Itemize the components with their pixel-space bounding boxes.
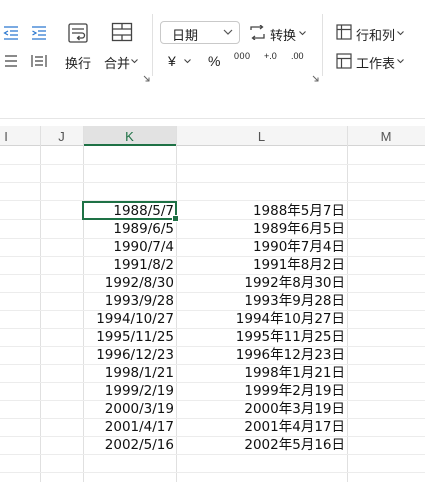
column-header-label: J [58, 129, 65, 144]
cell-l[interactable]: 1991年8月2日 [176, 256, 347, 274]
decrease-decimal-button[interactable]: .00 [291, 51, 304, 61]
currency-button[interactable]: ¥ [168, 53, 176, 69]
column-header-j[interactable]: J [40, 126, 83, 146]
rows-cols-button[interactable] [335, 23, 353, 41]
cell-k[interactable]: 1998/1/21 [83, 364, 176, 382]
column-header-i[interactable]: I [0, 126, 40, 146]
text-direction-button[interactable] [30, 52, 48, 70]
ribbon-toolbar: 换行 合并 日期 转换 ¥ % 000 +.0 .00 行和列 工作表 [0, 0, 425, 87]
column-header-l[interactable]: L [176, 126, 347, 146]
column-header-label: I [4, 129, 8, 144]
rows-cols-label: 行和列 [356, 28, 396, 43]
gridline [347, 126, 348, 482]
cell-k[interactable]: 1996/12/23 [83, 346, 176, 364]
merge-cells-label: 合并 [104, 56, 131, 71]
ribbon-divider [152, 14, 153, 76]
worksheet-icon [336, 53, 352, 69]
gridline [0, 472, 425, 473]
cell-k[interactable]: 1993/9/28 [83, 292, 176, 310]
cell-k[interactable]: 1992/8/30 [83, 274, 176, 292]
cell-l[interactable]: 1995年11月25日 [176, 328, 347, 346]
gridline [0, 200, 425, 201]
currency-dropdown-icon[interactable] [184, 59, 191, 64]
column-header-m[interactable]: M [347, 126, 425, 146]
number-format-select[interactable]: 日期 [160, 21, 240, 44]
cell-l[interactable]: 2001年4月17日 [176, 418, 347, 436]
cell-l[interactable]: 2002年5月16日 [176, 436, 347, 454]
cell-l[interactable]: 1999年2月19日 [176, 382, 347, 400]
cell-l[interactable]: 1990年7月4日 [176, 238, 347, 256]
column-header-label: L [257, 129, 266, 144]
wrap-text-label: 换行 [65, 56, 92, 71]
cell-k[interactable]: 2000/3/19 [83, 400, 176, 418]
gridline [0, 164, 425, 165]
cell-l[interactable]: 1998年1月21日 [176, 364, 347, 382]
gridline [0, 182, 425, 183]
number-format-launcher-icon[interactable] [312, 75, 319, 82]
gridline [40, 126, 41, 482]
cell-l[interactable]: 1989年6月5日 [176, 220, 347, 238]
wrap-text-icon [68, 23, 88, 43]
thousands-separator-button[interactable]: 000 [234, 51, 251, 61]
cell-l[interactable]: 1994年10月27日 [176, 310, 347, 328]
decrease-indent-button[interactable] [2, 24, 20, 42]
cell-l[interactable]: 1993年9月28日 [176, 292, 347, 310]
alignment-settings-launcher-icon[interactable] [143, 75, 150, 82]
merge-dropdown-icon[interactable] [131, 59, 138, 64]
chevron-down-icon [223, 29, 233, 35]
number-format-value: 日期 [172, 28, 199, 43]
text-direction-icon [31, 55, 47, 67]
ribbon-divider [322, 14, 323, 76]
convert-button[interactable] [248, 23, 266, 41]
cell-k[interactable]: 1989/6/5 [83, 220, 176, 238]
cell-k[interactable]: 2002/5/16 [83, 436, 176, 454]
decrease-indent-icon [3, 26, 18, 40]
cell-k[interactable]: 2001/4/17 [83, 418, 176, 436]
cell-l[interactable]: 1988年5月7日 [176, 202, 347, 220]
gridline [0, 454, 425, 455]
percent-button[interactable]: % [208, 53, 220, 69]
formula-bar[interactable] [0, 86, 425, 119]
increase-indent-button[interactable] [30, 24, 48, 42]
increase-decimal-button[interactable]: +.0 [264, 51, 277, 61]
convert-label: 转换 [270, 28, 297, 43]
distributed-align-icon [5, 55, 17, 67]
cell-k[interactable]: 1990/7/4 [83, 238, 176, 256]
selected-column-indicator [83, 144, 176, 146]
worksheet-button[interactable] [335, 52, 353, 70]
cell-l[interactable]: 1996年12月23日 [176, 346, 347, 364]
merge-cells-icon [111, 22, 133, 42]
cell-k[interactable]: 1991/8/2 [83, 256, 176, 274]
distributed-align-button[interactable] [2, 52, 20, 70]
cell-k[interactable]: 1994/10/27 [83, 310, 176, 328]
increase-indent-icon [32, 26, 46, 40]
convert-dropdown-icon[interactable] [299, 31, 306, 36]
cell-k[interactable]: 1999/2/19 [83, 382, 176, 400]
convert-icon [249, 24, 265, 40]
cell-l[interactable]: 2000年3月19日 [176, 400, 347, 418]
column-header-k[interactable]: K [83, 126, 176, 146]
rows-cols-dropdown-icon[interactable] [397, 31, 404, 36]
active-cell-selection[interactable] [82, 201, 179, 222]
cell-l[interactable]: 1992年8月30日 [176, 274, 347, 292]
rows-columns-icon [336, 24, 352, 40]
cell-k[interactable]: 1995/11/25 [83, 328, 176, 346]
worksheet-dropdown-icon[interactable] [397, 59, 404, 64]
column-header-label: K [125, 129, 134, 144]
column-header-label: M [380, 129, 392, 144]
worksheet-label: 工作表 [356, 56, 396, 71]
fill-handle[interactable] [172, 215, 179, 222]
